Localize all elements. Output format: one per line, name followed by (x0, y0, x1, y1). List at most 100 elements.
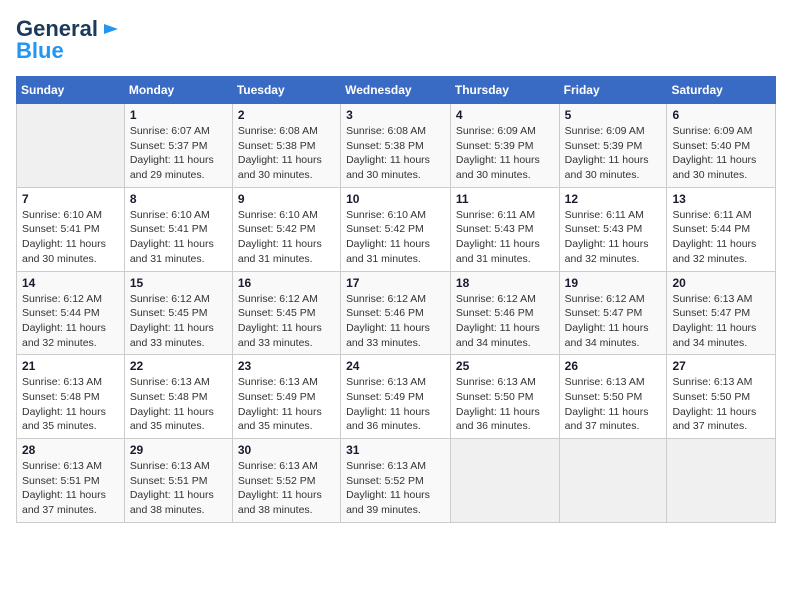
day-number: 14 (22, 276, 119, 290)
calendar-cell: 14Sunrise: 6:12 AM Sunset: 5:44 PM Dayli… (17, 271, 125, 355)
calendar-cell: 17 Sunrise: 6:12 AM Sunset: 5:46 PM Dayli… (341, 271, 451, 355)
week-row-5: 28 Sunrise: 6:13 AM Sunset: 5:51 PM Dayli… (17, 439, 776, 523)
day-header-thursday: Thursday (450, 77, 559, 104)
cell-detail: Sunrise: 6:10 AM Sunset: 5:42 PM Dayligh… (346, 208, 445, 267)
day-number: 25 (456, 359, 554, 373)
day-number: 15 (130, 276, 227, 290)
days-of-week-row: SundayMondayTuesdayWednesdayThursdayFrid… (17, 77, 776, 104)
cell-detail: Sunrise: 6:09 AM Sunset: 5:40 PM Dayligh… (672, 124, 770, 183)
cell-detail: Sunrise: 6:10 AM Sunset: 5:41 PM Dayligh… (130, 208, 227, 267)
day-header-monday: Monday (124, 77, 232, 104)
calendar-cell: 4Sunrise: 6:09 AM Sunset: 5:39 PM Daylig… (450, 104, 559, 188)
calendar-body: 1 Sunrise: 6:07 AM Sunset: 5:37 PM Daylig… (17, 104, 776, 523)
cell-detail: Sunrise: 6:13 AM Sunset: 5:50 PM Dayligh… (565, 375, 662, 434)
day-number: 1 (130, 108, 227, 122)
calendar-cell (17, 104, 125, 188)
calendar-cell: 27 Sunrise: 6:13 AM Sunset: 5:50 PM Dayli… (667, 355, 776, 439)
cell-detail: Sunrise: 6:13 AM Sunset: 5:49 PM Dayligh… (238, 375, 335, 434)
cell-detail: Sunrise: 6:13 AM Sunset: 5:48 PM Dayligh… (22, 375, 119, 434)
calendar-cell: 31 Sunrise: 6:13 AM Sunset: 5:52 PM Dayli… (341, 439, 451, 523)
day-number: 18 (456, 276, 554, 290)
day-number: 24 (346, 359, 445, 373)
calendar-cell: 6Sunrise: 6:09 AM Sunset: 5:40 PM Daylig… (667, 104, 776, 188)
logo-blue: Blue (16, 38, 64, 64)
week-row-3: 14Sunrise: 6:12 AM Sunset: 5:44 PM Dayli… (17, 271, 776, 355)
calendar-cell: 16 Sunrise: 6:12 AM Sunset: 5:45 PM Dayli… (232, 271, 340, 355)
week-row-1: 1 Sunrise: 6:07 AM Sunset: 5:37 PM Daylig… (17, 104, 776, 188)
page-header: General Blue (16, 16, 776, 64)
day-header-saturday: Saturday (667, 77, 776, 104)
cell-detail: Sunrise: 6:12 AM Sunset: 5:46 PM Dayligh… (346, 292, 445, 351)
cell-detail: Sunrise: 6:11 AM Sunset: 5:43 PM Dayligh… (565, 208, 662, 267)
day-number: 10 (346, 192, 445, 206)
day-number: 12 (565, 192, 662, 206)
cell-detail: Sunrise: 6:13 AM Sunset: 5:50 PM Dayligh… (456, 375, 554, 434)
calendar-cell: 28 Sunrise: 6:13 AM Sunset: 5:51 PM Dayli… (17, 439, 125, 523)
cell-detail: Sunrise: 6:12 AM Sunset: 5:45 PM Dayligh… (238, 292, 335, 351)
day-number: 20 (672, 276, 770, 290)
day-number: 16 (238, 276, 335, 290)
day-number: 11 (456, 192, 554, 206)
calendar-cell: 23 Sunrise: 6:13 AM Sunset: 5:49 PM Dayli… (232, 355, 340, 439)
logo: General Blue (16, 16, 118, 64)
cell-detail: Sunrise: 6:11 AM Sunset: 5:43 PM Dayligh… (456, 208, 554, 267)
calendar-cell: 2 Sunrise: 6:08 AM Sunset: 5:38 PM Daylig… (232, 104, 340, 188)
cell-detail: Sunrise: 6:12 AM Sunset: 5:45 PM Dayligh… (130, 292, 227, 351)
cell-detail: Sunrise: 6:13 AM Sunset: 5:50 PM Dayligh… (672, 375, 770, 434)
cell-detail: Sunrise: 6:08 AM Sunset: 5:38 PM Dayligh… (238, 124, 335, 183)
cell-detail: Sunrise: 6:09 AM Sunset: 5:39 PM Dayligh… (565, 124, 662, 183)
day-number: 7 (22, 192, 119, 206)
logo-bird-icon (100, 20, 118, 38)
week-row-4: 21Sunrise: 6:13 AM Sunset: 5:48 PM Dayli… (17, 355, 776, 439)
day-header-sunday: Sunday (17, 77, 125, 104)
day-number: 31 (346, 443, 445, 457)
cell-detail: Sunrise: 6:13 AM Sunset: 5:51 PM Dayligh… (130, 459, 227, 518)
cell-detail: Sunrise: 6:07 AM Sunset: 5:37 PM Dayligh… (130, 124, 227, 183)
cell-detail: Sunrise: 6:13 AM Sunset: 5:52 PM Dayligh… (346, 459, 445, 518)
day-header-tuesday: Tuesday (232, 77, 340, 104)
calendar-cell: 1 Sunrise: 6:07 AM Sunset: 5:37 PM Daylig… (124, 104, 232, 188)
day-number: 30 (238, 443, 335, 457)
cell-detail: Sunrise: 6:13 AM Sunset: 5:47 PM Dayligh… (672, 292, 770, 351)
day-header-wednesday: Wednesday (341, 77, 451, 104)
calendar-cell (559, 439, 667, 523)
calendar-cell: 13Sunrise: 6:11 AM Sunset: 5:44 PM Dayli… (667, 187, 776, 271)
calendar-cell: 29 Sunrise: 6:13 AM Sunset: 5:51 PM Dayli… (124, 439, 232, 523)
cell-detail: Sunrise: 6:13 AM Sunset: 5:49 PM Dayligh… (346, 375, 445, 434)
calendar-cell: 5Sunrise: 6:09 AM Sunset: 5:39 PM Daylig… (559, 104, 667, 188)
cell-detail: Sunrise: 6:13 AM Sunset: 5:51 PM Dayligh… (22, 459, 119, 518)
day-number: 2 (238, 108, 335, 122)
day-number: 22 (130, 359, 227, 373)
day-number: 26 (565, 359, 662, 373)
calendar-cell: 10 Sunrise: 6:10 AM Sunset: 5:42 PM Dayli… (341, 187, 451, 271)
calendar-cell: 9 Sunrise: 6:10 AM Sunset: 5:42 PM Daylig… (232, 187, 340, 271)
day-header-friday: Friday (559, 77, 667, 104)
calendar-cell: 26 Sunrise: 6:13 AM Sunset: 5:50 PM Dayli… (559, 355, 667, 439)
calendar-cell: 15 Sunrise: 6:12 AM Sunset: 5:45 PM Dayli… (124, 271, 232, 355)
day-number: 27 (672, 359, 770, 373)
calendar-table: SundayMondayTuesdayWednesdayThursdayFrid… (16, 76, 776, 523)
day-number: 29 (130, 443, 227, 457)
cell-detail: Sunrise: 6:09 AM Sunset: 5:39 PM Dayligh… (456, 124, 554, 183)
week-row-2: 7 Sunrise: 6:10 AM Sunset: 5:41 PM Daylig… (17, 187, 776, 271)
calendar-cell (667, 439, 776, 523)
day-number: 17 (346, 276, 445, 290)
calendar-header: SundayMondayTuesdayWednesdayThursdayFrid… (17, 77, 776, 104)
calendar-cell: 11 Sunrise: 6:11 AM Sunset: 5:43 PM Dayli… (450, 187, 559, 271)
day-number: 23 (238, 359, 335, 373)
calendar-cell: 18Sunrise: 6:12 AM Sunset: 5:46 PM Dayli… (450, 271, 559, 355)
calendar-cell: 21Sunrise: 6:13 AM Sunset: 5:48 PM Dayli… (17, 355, 125, 439)
calendar-cell: 7 Sunrise: 6:10 AM Sunset: 5:41 PM Daylig… (17, 187, 125, 271)
cell-detail: Sunrise: 6:13 AM Sunset: 5:52 PM Dayligh… (238, 459, 335, 518)
calendar-cell: 19Sunrise: 6:12 AM Sunset: 5:47 PM Dayli… (559, 271, 667, 355)
cell-detail: Sunrise: 6:12 AM Sunset: 5:47 PM Dayligh… (565, 292, 662, 351)
day-number: 28 (22, 443, 119, 457)
cell-detail: Sunrise: 6:10 AM Sunset: 5:42 PM Dayligh… (238, 208, 335, 267)
cell-detail: Sunrise: 6:10 AM Sunset: 5:41 PM Dayligh… (22, 208, 119, 267)
day-number: 9 (238, 192, 335, 206)
calendar-cell: 22Sunrise: 6:13 AM Sunset: 5:48 PM Dayli… (124, 355, 232, 439)
day-number: 8 (130, 192, 227, 206)
calendar-cell: 30 Sunrise: 6:13 AM Sunset: 5:52 PM Dayli… (232, 439, 340, 523)
calendar-cell: 12 Sunrise: 6:11 AM Sunset: 5:43 PM Dayli… (559, 187, 667, 271)
calendar-cell (450, 439, 559, 523)
